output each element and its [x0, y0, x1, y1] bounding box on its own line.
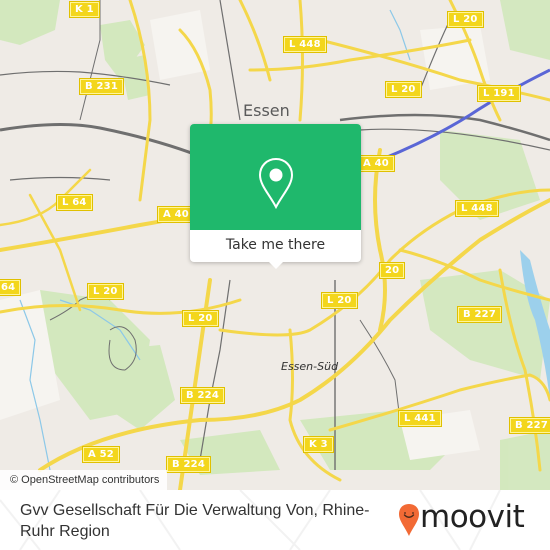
road-label-l441: L 441	[398, 410, 442, 427]
take-me-there-button[interactable]: Take me there	[190, 230, 361, 262]
road-label-l448: L 448	[283, 36, 327, 53]
road-label-l20: L 20	[321, 292, 358, 309]
popup-pointer	[268, 261, 284, 269]
road-label-b224: B 224	[180, 387, 225, 404]
road-label-l191: L 191	[477, 85, 521, 102]
road-label-b227: B 227	[509, 417, 550, 434]
map-pin-icon	[258, 157, 294, 209]
road-label-l20: 20	[378, 262, 406, 279]
map-attribution[interactable]: © OpenStreetMap contributors	[0, 470, 168, 490]
place-name: Gvv Gesellschaft Für Die Verwaltung Von,…	[20, 502, 370, 540]
footer: Gvv Gesellschaft Für Die Verwaltung Von,…	[0, 490, 550, 550]
road-label-l448: L 448	[455, 200, 499, 217]
road-label-k3: K 3	[303, 436, 334, 453]
road-label-l20: L 20	[87, 283, 124, 300]
road-label-b227: B 227	[457, 306, 502, 323]
moovit-pin-icon	[399, 504, 419, 536]
district-label: Essen-Süd	[281, 360, 339, 373]
road-label-a40: A 40	[157, 206, 195, 223]
road-label-l20: L 20	[182, 310, 219, 327]
road-label-b231: B 231	[79, 78, 124, 95]
road-label-b224: B 224	[166, 456, 211, 473]
moovit-wordmark: moovit	[420, 499, 525, 535]
popup-header	[190, 124, 361, 230]
road-label-a40: A 40	[357, 155, 395, 172]
location-popup: Take me there	[190, 124, 361, 269]
moovit-logo[interactable]: moovit	[398, 499, 538, 539]
map[interactable]: K 1 B 231 L 448 L 20 L 20 L 191 A 40 L 4…	[0, 0, 550, 490]
road-label-a52: A 52	[82, 446, 120, 463]
city-label: Essen	[243, 101, 290, 120]
road-label-l64: L 64	[56, 194, 93, 211]
road-label-l20: L 20	[385, 81, 422, 98]
road-label-l64: 64	[0, 279, 22, 296]
road-label-k1: K 1	[69, 1, 100, 18]
road-label-l20: L 20	[447, 11, 484, 28]
